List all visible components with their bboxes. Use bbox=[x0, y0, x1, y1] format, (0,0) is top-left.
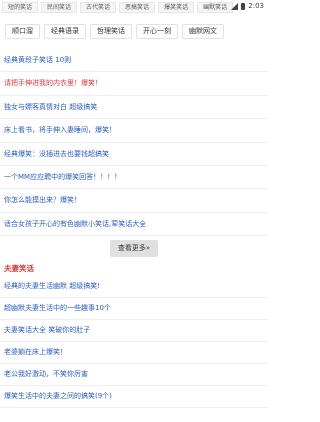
joke-link[interactable]: 超幽默夫妻生活中的一些趣事10个 bbox=[0, 298, 268, 320]
tag-row: 顺口溜 经典语录 哲理笑话 开心一刻 幽默网文 bbox=[5, 24, 224, 40]
joke-link[interactable]: 请把手伸进我的内衣里！爆笑！ bbox=[0, 72, 268, 96]
joke-link[interactable]: 老婆躺在床上爆笑！ bbox=[0, 342, 268, 364]
category-tab-bar: 短的笑话 民间笑话 古代笑话 恶搞笑话 爆笑笑话 幽默笑话 bbox=[0, 0, 268, 14]
more-wrap: 查看更多» bbox=[0, 235, 268, 257]
joke-link[interactable]: 老公我好激动，不笑你厉害 bbox=[0, 364, 268, 386]
joke-link[interactable]: 独女与嫖客真情对白 超级搞笑 bbox=[0, 96, 268, 120]
category-tab[interactable]: 爆笑笑话 bbox=[158, 1, 195, 13]
joke-link[interactable]: 爆笑生活中的夫妻之间的搞笑(9个) bbox=[0, 386, 268, 408]
couple-joke-list: 经典的夫妻生活幽默 超级搞笑! 超幽默夫妻生活中的一些趣事10个 夫妻笑话大全 … bbox=[0, 276, 268, 408]
joke-link[interactable]: 经典爆笑：没插进去也要钱超搞笑 bbox=[0, 143, 268, 166]
category-tab[interactable]: 短的笑话 bbox=[2, 1, 39, 13]
joke-list: 经典黄段子笑话 10则 请把手伸进我的内衣里！爆笑！ 独女与嫖客真情对白 超级搞… bbox=[0, 49, 268, 237]
category-tab[interactable]: 幽默笑话 bbox=[197, 1, 234, 13]
tag-button[interactable]: 幽默网文 bbox=[182, 24, 224, 39]
status-bar: 2:03 bbox=[231, 0, 264, 12]
joke-link[interactable]: 你怎么能摸出来？爆笑！ bbox=[0, 189, 268, 213]
tag-button[interactable]: 经典语录 bbox=[44, 24, 86, 39]
section-title: 夫妻笑话 bbox=[4, 264, 34, 273]
view-more-button[interactable]: 查看更多» bbox=[109, 240, 159, 257]
signal-icon bbox=[231, 2, 239, 10]
tag-button[interactable]: 顺口溜 bbox=[5, 24, 40, 39]
status-time: 2:03 bbox=[248, 2, 264, 10]
joke-link[interactable]: 一个MM应应聘中的爆笑回答！！！！ bbox=[0, 166, 268, 190]
category-tab[interactable]: 古代笑话 bbox=[80, 1, 117, 13]
joke-link[interactable]: 适合女孩子开心的有色幽默小笑话,荤笑话大全 bbox=[0, 213, 268, 237]
joke-link[interactable]: 经典黄段子笑话 10则 bbox=[0, 49, 268, 73]
tag-button[interactable]: 开心一刻 bbox=[136, 24, 178, 39]
category-tab[interactable]: 恶搞笑话 bbox=[119, 1, 156, 13]
battery-icon bbox=[241, 2, 246, 10]
joke-link[interactable]: 经典的夫妻生活幽默 超级搞笑! bbox=[0, 276, 268, 298]
joke-link[interactable]: 床上看书，将手伸入妻睡间，爆笑！ bbox=[0, 119, 268, 143]
tag-button[interactable]: 哲理笑话 bbox=[90, 24, 132, 39]
category-tab[interactable]: 民间笑话 bbox=[41, 1, 78, 13]
joke-link[interactable]: 夫妻笑话大全 笑破你的肚子 bbox=[0, 320, 268, 342]
